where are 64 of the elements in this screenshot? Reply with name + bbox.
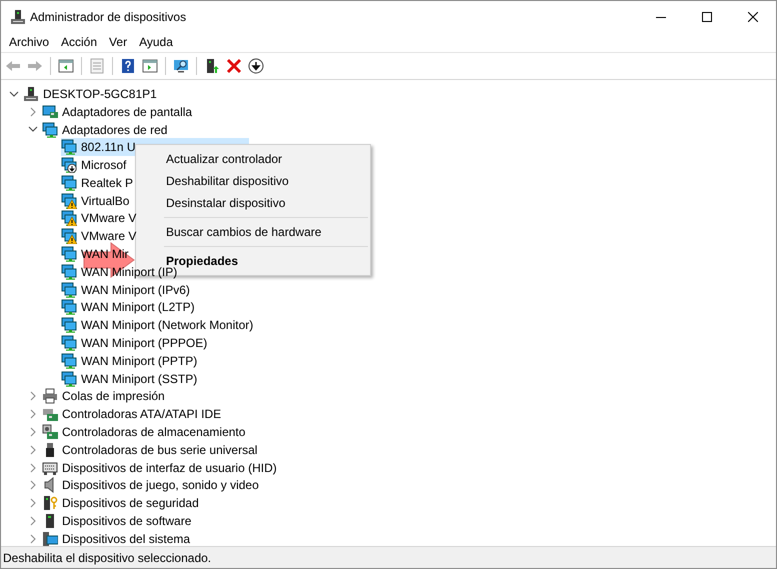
panel-icon[interactable] bbox=[58, 58, 74, 74]
expand-chevron-icon[interactable] bbox=[28, 462, 38, 473]
computer-icon bbox=[10, 8, 26, 24]
tree-item[interactable]: Adaptadores de red bbox=[62, 122, 168, 136]
menu-item[interactable]: Ayuda bbox=[133, 35, 179, 49]
tree-item[interactable]: WAN Mir bbox=[81, 247, 129, 262]
menu-item[interactable]: Archivo bbox=[3, 35, 56, 49]
system-device-icon bbox=[42, 530, 58, 546]
storage-controller-icon bbox=[42, 424, 58, 440]
tree-item[interactable]: DESKTOP-5GC81P1 bbox=[43, 86, 157, 101]
network-adapter-icon bbox=[42, 122, 58, 138]
tree-item[interactable]: Controladoras de almacenamiento bbox=[62, 425, 246, 440]
status-text: Deshabilita el dispositivo seleccionado. bbox=[3, 550, 212, 564]
tree-item[interactable]: Dispositivos de interfaz de usuario (HID) bbox=[62, 460, 277, 475]
tree-item[interactable]: WAN Miniport (L2TP) bbox=[81, 300, 195, 314]
menu-item[interactable]: Acción bbox=[55, 35, 104, 49]
tree-item[interactable]: Realtek P bbox=[81, 176, 134, 190]
delete-icon[interactable] bbox=[226, 58, 242, 74]
expand-chevron-icon[interactable] bbox=[28, 409, 38, 420]
expand-chevron-icon[interactable] bbox=[28, 516, 38, 526]
tree-item[interactable]: VirtualBo bbox=[81, 194, 130, 208]
menu-item[interactable]: Buscar cambios de hardware bbox=[136, 221, 370, 243]
tree-item[interactable]: WAN Miniport (PPPOE) bbox=[81, 336, 208, 350]
maximize-icon bbox=[702, 12, 712, 22]
tree-item[interactable]: VMware V bbox=[81, 211, 136, 226]
expand-chevron-icon[interactable] bbox=[28, 534, 38, 544]
keyboard-icon bbox=[42, 460, 58, 476]
display-adapter-icon bbox=[42, 104, 58, 120]
tree-item[interactable]: Colas de impresión bbox=[62, 389, 165, 404]
tree-item[interactable]: WAN Miniport (Network Monitor) bbox=[81, 318, 254, 332]
monitor-search-icon[interactable] bbox=[173, 58, 189, 74]
tree-item[interactable]: Dispositivos de seguridad bbox=[62, 496, 199, 510]
tree-item[interactable]: WAN Miniport (IPv6) bbox=[81, 282, 190, 297]
menu-item[interactable]: Ver bbox=[103, 35, 134, 49]
tree-item[interactable]: Dispositivos del sistema bbox=[62, 532, 190, 546]
tree-item[interactable]: WAN Miniport (IP) bbox=[81, 264, 178, 279]
expand-chevron-icon[interactable] bbox=[28, 498, 38, 508]
expand-chevron-icon[interactable] bbox=[28, 391, 38, 402]
tree-item[interactable]: WAN Miniport (PPTP) bbox=[81, 354, 198, 368]
help-icon[interactable] bbox=[120, 58, 136, 74]
expand-chevron-icon[interactable] bbox=[28, 427, 38, 438]
window-title: Administrador de dispositivos bbox=[30, 10, 188, 24]
menu-item[interactable]: Deshabilitar dispositivo bbox=[136, 170, 370, 192]
security-device-icon bbox=[42, 495, 58, 512]
tree-item[interactable]: Dispositivos de juego, sonido y video bbox=[62, 478, 259, 492]
tree-item[interactable]: WAN Miniport (SSTP) bbox=[81, 372, 198, 386]
tree-item[interactable]: Adaptadores de pantalla bbox=[62, 104, 192, 119]
tree-item[interactable]: Dispositivos de software bbox=[62, 514, 192, 528]
tree-item[interactable]: Controladoras de bus serie universal bbox=[62, 442, 258, 457]
collapse-chevron-icon[interactable] bbox=[28, 124, 38, 134]
expand-chevron-icon[interactable] bbox=[28, 444, 38, 455]
expand-chevron-icon[interactable] bbox=[28, 480, 38, 490]
tree-item[interactable]: Controladoras ATA/ATAPI IDE bbox=[62, 407, 222, 422]
computer-icon bbox=[23, 86, 39, 102]
collapse-chevron-icon[interactable] bbox=[9, 88, 19, 99]
controller-card-icon bbox=[42, 406, 58, 422]
add-device-icon[interactable] bbox=[204, 58, 220, 74]
menu-item[interactable]: Desinstalar dispositivo bbox=[136, 192, 370, 214]
printer-icon bbox=[42, 388, 58, 404]
download-icon[interactable] bbox=[248, 58, 264, 74]
tree-item[interactable]: VMware V bbox=[81, 229, 136, 244]
panel-icon[interactable] bbox=[142, 58, 158, 74]
close-icon bbox=[748, 12, 758, 22]
expand-chevron-icon[interactable] bbox=[28, 106, 38, 117]
